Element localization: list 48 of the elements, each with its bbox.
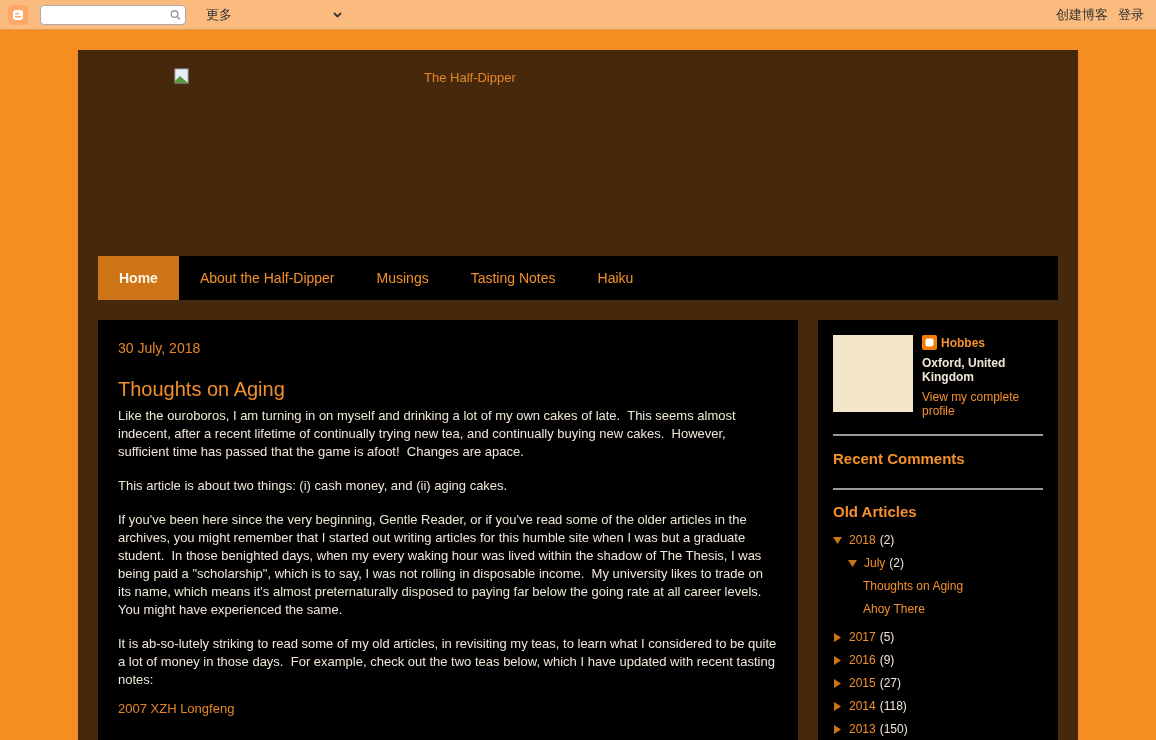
post-date: 30 July, 2018 <box>118 339 202 357</box>
right-triangle-icon[interactable] <box>833 633 842 642</box>
paragraph: If you've been here since the very beginning, Gentle Reader, or if you've read some of the older articles in the archives, you might remember that I started out writing articles for this humble site when I was but a graduate student. In those benighted days, when my every waking hour was lived within the shadow of The Thesis, I was being paid a "scholarship", which is to say, I was not rolling in disposable income. My university likes to trade on its name, which means it's almost preternaturally disposed to paying far below the going rate at all career levels. You might have experienced the same. <box>118 511 764 619</box>
archive-link[interactable]: 2013 <box>849 722 876 737</box>
archive-link[interactable]: 2018 <box>849 533 876 548</box>
archive-post-link[interactable]: Ahoy There <box>863 602 925 617</box>
nav-link[interactable]: 登录 <box>1118 4 1144 25</box>
blog-logo-icon <box>922 335 937 350</box>
post-link[interactable]: 2007 XZH Longfeng <box>118 701 235 717</box>
chevron-down-icon <box>333 11 342 18</box>
post-count: (5) <box>879 630 895 645</box>
right-triangle-icon[interactable] <box>833 725 842 734</box>
post-count: (9) <box>879 653 895 668</box>
nav-link[interactable]: 创建博客 <box>1056 4 1108 25</box>
paragraph: Like the ouroboros, I am turning in on myself and drinking a lot of my own cakes of late. This seems almost indecent, after a recent lifetime of continually trying new tea, and continually buying new cakes. However, sufficient time has passed that the game is afoot! Changes are apace. <box>118 407 737 461</box>
nav-tab[interactable]: Haiku <box>576 256 655 300</box>
down-triangle-icon[interactable] <box>848 559 857 568</box>
view-profile-link[interactable]: View my complete profile <box>922 390 1043 418</box>
widget-heading: Recent Comments <box>833 449 966 469</box>
widget-heading: Old Articles <box>833 501 918 522</box>
archive-post-link[interactable]: Thoughts on Aging <box>863 579 964 594</box>
archive-link[interactable]: 2017 <box>849 630 876 645</box>
nav-tab[interactable]: Tasting Notes <box>449 256 577 300</box>
right-triangle-icon[interactable] <box>833 656 842 665</box>
blog-title[interactable]: The Half-Dipper <box>424 68 516 256</box>
broken-image-icon <box>174 68 190 84</box>
profile-name[interactable]: Hobbes <box>941 335 985 350</box>
search-field[interactable] <box>40 4 186 25</box>
more-dropdown[interactable]: 更多 <box>206 4 342 25</box>
nav-tab[interactable]: About the Half-Dipper <box>178 256 356 300</box>
right-triangle-icon[interactable] <box>833 702 842 711</box>
post-count: (27) <box>879 676 902 691</box>
post-count: (2) <box>889 556 904 571</box>
archive-link[interactable]: 2015 <box>849 676 876 691</box>
paragraph: It is ab-so-lutely striking to read some of my old articles, in revisiting my teas, to learn what I considered to be quite a lot of money in those days. For example, check out the two teas below, which I have updated with recent tasting notes: <box>118 635 778 689</box>
post-title[interactable]: Thoughts on Aging <box>118 377 778 401</box>
archive-link[interactable]: 2014 <box>849 699 876 714</box>
profile-location: Oxford, United Kingdom <box>922 356 1007 384</box>
post-count: (2) <box>879 533 895 548</box>
archive-link[interactable]: 2016 <box>849 653 876 668</box>
post-count: (150) <box>879 722 908 737</box>
nav-tab[interactable]: Musings <box>355 256 450 300</box>
post-count: (118) <box>879 699 907 714</box>
archive-link[interactable]: July <box>864 556 886 571</box>
paragraph: This article is about two things: (i) cash money, and (ii) aging cakes. <box>118 477 509 495</box>
search-icon[interactable] <box>170 8 181 21</box>
down-triangle-icon[interactable] <box>833 536 842 545</box>
right-triangle-icon[interactable] <box>833 679 842 688</box>
